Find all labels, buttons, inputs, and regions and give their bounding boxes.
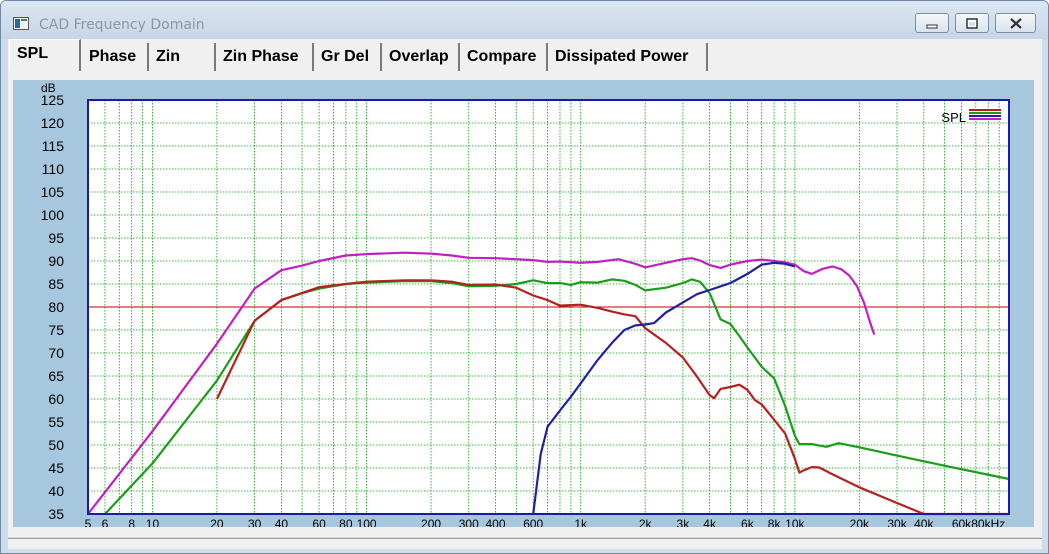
tab-compare[interactable]: Compare (460, 43, 548, 71)
x-tick-label: 80 (339, 517, 353, 527)
x-tick-label: 30 (248, 517, 262, 527)
y-tick-label: 60 (48, 391, 64, 407)
close-button[interactable] (995, 13, 1036, 33)
x-tick-label: 5 (85, 517, 92, 527)
x-tick-label: 20 (210, 517, 224, 527)
x-tick-label: 40k (914, 517, 934, 527)
x-tick-label: 8 (128, 517, 135, 527)
y-tick-label: 115 (42, 138, 65, 154)
x-tick-label: 20k (850, 517, 870, 527)
title-bar[interactable]: CAD Frequency Domain (1, 1, 1048, 39)
y-tick-label: 65 (48, 368, 64, 384)
x-tick-label: 60k (952, 517, 972, 527)
minimize-icon (926, 24, 938, 29)
y-tick-label: 40 (48, 483, 64, 499)
x-tick-label: 600 (523, 517, 543, 527)
x-tick-label: 4k (703, 517, 717, 527)
legend-label: SPL (941, 110, 966, 125)
y-tick-label: 80 (48, 299, 64, 315)
y-tick-label: 45 (48, 460, 64, 476)
status-bar (8, 538, 1042, 549)
app-window-icon (13, 17, 29, 30)
maximize-icon (966, 18, 978, 29)
x-tick-label: 6k (741, 517, 755, 527)
y-tick-label: 70 (48, 345, 64, 361)
y-axis-label: dB (41, 81, 56, 95)
spl-chart[interactable]: 3540455055606570758085909510010511011512… (13, 80, 1034, 527)
x-tick-label: 40 (275, 517, 289, 527)
x-tick-label: 3k (677, 517, 691, 527)
tab-overlap[interactable]: Overlap (382, 43, 460, 71)
x-tick-label: 6 (102, 517, 109, 527)
tab-gr-del[interactable]: Gr Del (314, 43, 382, 71)
y-tick-label: 85 (48, 276, 64, 292)
y-tick-label: 90 (48, 253, 64, 269)
tab-zin[interactable]: Zin (149, 43, 216, 71)
tab-strip: SPL Phase Zin Zin Phase Gr Del Overlap C… (8, 39, 1042, 73)
close-icon (1010, 18, 1022, 29)
minimize-button[interactable] (915, 13, 949, 33)
window-title: CAD Frequency Domain (39, 17, 205, 33)
tab-dissipated-power[interactable]: Dissipated Power (548, 43, 708, 71)
x-tick-label: 80kHz (971, 517, 1005, 527)
y-tick-label: 35 (48, 506, 64, 522)
y-tick-label: 105 (41, 184, 65, 200)
y-tick-label: 95 (48, 230, 64, 246)
tab-phase[interactable]: Phase (82, 43, 149, 71)
y-tick-label: 75 (48, 322, 64, 338)
x-tick-label: 200 (421, 517, 441, 527)
x-tick-label: 2k (639, 517, 653, 527)
y-tick-label: 50 (48, 437, 64, 453)
x-tick-label: 60 (312, 517, 326, 527)
y-tick-label: 120 (41, 115, 65, 131)
y-tick-label: 100 (41, 207, 65, 223)
window: CAD Frequency Domain SPL Phase Zin Zin P… (0, 0, 1049, 554)
x-tick-label: 30k (887, 517, 907, 527)
x-tick-label: 1k (574, 517, 588, 527)
x-tick-label: 400 (486, 517, 506, 527)
x-tick-label: 10k (785, 517, 805, 527)
x-tick-label: 10 (146, 517, 160, 527)
tab-zin-phase[interactable]: Zin Phase (216, 43, 314, 71)
x-tick-label: 8k (768, 517, 782, 527)
maximize-button[interactable] (955, 13, 989, 33)
y-tick-label: 55 (48, 414, 64, 430)
x-tick-label: 100 (357, 517, 377, 527)
y-tick-label: 110 (42, 161, 65, 177)
x-tick-label: 300 (459, 517, 479, 527)
tab-spl[interactable]: SPL (9, 39, 81, 71)
